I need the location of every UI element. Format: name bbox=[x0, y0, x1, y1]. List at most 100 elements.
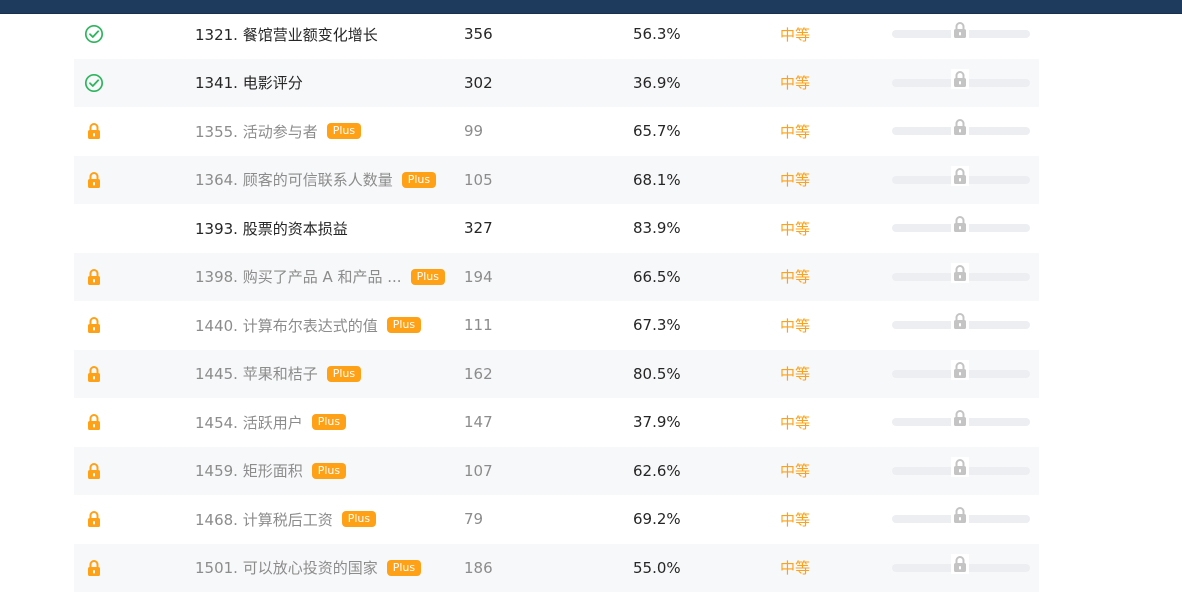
frequency-bar bbox=[892, 214, 1030, 235]
problem-title-link[interactable]: 1364. 顾客的可信联系人数量 bbox=[195, 169, 393, 190]
table-row[interactable]: 1440. 计算布尔表达式的值 Plus 111 67.3% 中等 bbox=[74, 301, 1039, 350]
frequency-lock-icon[interactable] bbox=[951, 20, 969, 41]
lock-icon bbox=[86, 122, 102, 140]
table-row[interactable]: 1468. 计算税后工资 Plus 79 69.2% 中等 bbox=[74, 495, 1039, 544]
submission-count: 107 bbox=[464, 461, 493, 480]
difficulty-label: 中等 bbox=[780, 122, 811, 141]
difficulty-label: 中等 bbox=[780, 316, 811, 335]
frequency-lock-icon[interactable] bbox=[951, 262, 969, 283]
difficulty-label: 中等 bbox=[780, 171, 811, 190]
table-row[interactable]: 1355. 活动参与者 Plus 99 65.7% 中等 bbox=[74, 107, 1039, 156]
status-cell bbox=[82, 544, 106, 593]
lock-icon bbox=[86, 462, 102, 480]
title-cell: 1393. 股票的资本损益 bbox=[195, 204, 455, 253]
frequency-cell bbox=[892, 301, 1032, 350]
status-cell bbox=[82, 301, 106, 350]
frequency-lock-icon[interactable] bbox=[951, 311, 969, 332]
frequency-cell bbox=[892, 156, 1032, 205]
frequency-lock-icon[interactable] bbox=[951, 456, 969, 477]
submission-count: 105 bbox=[464, 170, 493, 189]
status-cell bbox=[82, 447, 106, 496]
table-row[interactable]: 1398. 购买了产品 A 和产品 ... Plus 194 66.5% 中等 bbox=[74, 252, 1039, 302]
submission-count: 147 bbox=[464, 413, 493, 432]
frequency-cell bbox=[892, 544, 1032, 593]
problem-title-link[interactable]: 1445. 苹果和桔子 bbox=[195, 363, 318, 384]
frequency-lock-icon[interactable] bbox=[951, 553, 969, 574]
plus-badge: Plus bbox=[326, 123, 362, 140]
difficulty-label: 中等 bbox=[780, 365, 811, 384]
problem-title-link[interactable]: 1398. 购买了产品 A 和产品 ... bbox=[195, 266, 402, 287]
problem-title-link[interactable]: 1393. 股票的资本损益 bbox=[195, 218, 348, 239]
problem-title-link[interactable]: 1459. 矩形面积 bbox=[195, 460, 303, 481]
status-cell bbox=[82, 495, 106, 544]
frequency-cell bbox=[892, 350, 1032, 399]
status-cell bbox=[82, 107, 106, 156]
problem-title-link[interactable]: 1454. 活跃用户 bbox=[195, 412, 303, 433]
submission-count: 162 bbox=[464, 364, 493, 383]
acceptance-rate: 80.5% bbox=[633, 364, 681, 383]
problem-title-link[interactable]: 1501. 可以放心投资的国家 bbox=[195, 557, 378, 578]
difficulty-label: 中等 bbox=[780, 462, 811, 481]
table-row[interactable]: 1454. 活跃用户 Plus 147 37.9% 中等 bbox=[74, 398, 1039, 447]
frequency-lock-icon[interactable] bbox=[951, 359, 969, 380]
table-row[interactable]: 1321. 餐馆营业额变化增长 356 56.3% 中等 bbox=[74, 10, 1039, 59]
submission-count: 111 bbox=[464, 316, 493, 335]
frequency-bar bbox=[892, 311, 1030, 332]
title-cell: 1445. 苹果和桔子 Plus bbox=[195, 350, 455, 399]
plus-badge: Plus bbox=[311, 414, 347, 431]
plus-badge: Plus bbox=[341, 511, 377, 528]
frequency-bar bbox=[892, 456, 1030, 477]
frequency-lock-icon[interactable] bbox=[951, 408, 969, 429]
lock-icon bbox=[86, 316, 102, 334]
acceptance-rate: 66.5% bbox=[633, 267, 681, 286]
acceptance-rate: 67.3% bbox=[633, 316, 681, 335]
frequency-cell bbox=[892, 495, 1032, 544]
difficulty-label: 中等 bbox=[780, 559, 811, 578]
acceptance-rate: 55.0% bbox=[633, 558, 681, 577]
table-row[interactable]: 1459. 矩形面积 Plus 107 62.6% 中等 bbox=[74, 446, 1039, 496]
problem-title-link[interactable]: 1468. 计算税后工资 bbox=[195, 509, 333, 530]
frequency-bar bbox=[892, 262, 1030, 283]
problem-title-link[interactable]: 1321. 餐馆营业额变化增长 bbox=[195, 24, 378, 45]
difficulty-label: 中等 bbox=[780, 268, 811, 287]
frequency-bar bbox=[892, 68, 1030, 89]
lock-icon bbox=[86, 413, 102, 431]
frequency-cell bbox=[892, 204, 1032, 253]
frequency-lock-icon[interactable] bbox=[951, 165, 969, 186]
frequency-bar bbox=[892, 117, 1030, 138]
submission-count: 194 bbox=[464, 267, 493, 286]
status-cell bbox=[82, 156, 106, 205]
table-row[interactable]: 1341. 电影评分 302 36.9% 中等 bbox=[74, 58, 1039, 108]
acceptance-rate: 62.6% bbox=[633, 461, 681, 480]
title-cell: 1468. 计算税后工资 Plus bbox=[195, 495, 455, 544]
table-row[interactable]: 1445. 苹果和桔子 Plus 162 80.5% 中等 bbox=[74, 349, 1039, 399]
frequency-bar bbox=[892, 505, 1030, 526]
status-cell bbox=[82, 59, 106, 108]
frequency-bar bbox=[892, 20, 1030, 41]
table-row[interactable]: 1501. 可以放心投资的国家 Plus 186 55.0% 中等 bbox=[74, 543, 1039, 593]
title-cell: 1321. 餐馆营业额变化增长 bbox=[195, 10, 455, 59]
title-cell: 1454. 活跃用户 Plus bbox=[195, 398, 455, 447]
problem-title-link[interactable]: 1341. 电影评分 bbox=[195, 72, 303, 93]
title-cell: 1355. 活动参与者 Plus bbox=[195, 107, 455, 156]
status-cell bbox=[82, 253, 106, 302]
table-row[interactable]: 1364. 顾客的可信联系人数量 Plus 105 68.1% 中等 bbox=[74, 155, 1039, 205]
frequency-cell bbox=[892, 59, 1032, 108]
problem-title-link[interactable]: 1440. 计算布尔表达式的值 bbox=[195, 315, 378, 336]
table-row[interactable]: 1393. 股票的资本损益 327 83.9% 中等 bbox=[74, 204, 1039, 253]
frequency-lock-icon[interactable] bbox=[951, 505, 969, 526]
lock-icon bbox=[86, 510, 102, 528]
acceptance-rate: 36.9% bbox=[633, 73, 681, 92]
frequency-lock-icon[interactable] bbox=[951, 68, 969, 89]
frequency-cell bbox=[892, 398, 1032, 447]
frequency-lock-icon[interactable] bbox=[951, 214, 969, 235]
plus-badge: Plus bbox=[410, 268, 445, 285]
frequency-cell bbox=[892, 107, 1032, 156]
acceptance-rate: 37.9% bbox=[633, 413, 681, 432]
acceptance-rate: 69.2% bbox=[633, 510, 681, 529]
frequency-lock-icon[interactable] bbox=[951, 117, 969, 138]
frequency-bar bbox=[892, 553, 1030, 574]
problem-title-link[interactable]: 1355. 活动参与者 bbox=[195, 121, 318, 142]
title-cell: 1501. 可以放心投资的国家 Plus bbox=[195, 544, 455, 593]
title-cell: 1364. 顾客的可信联系人数量 Plus bbox=[195, 156, 455, 205]
